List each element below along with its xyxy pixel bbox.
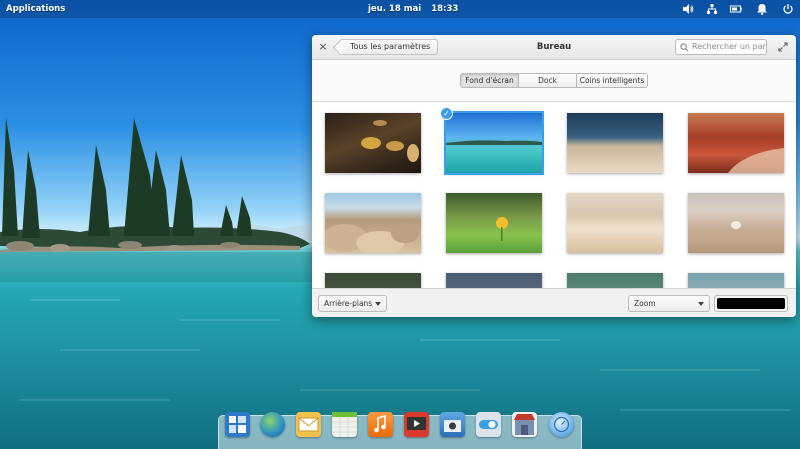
wallpaper-thumb-row3-1[interactable] bbox=[325, 273, 421, 288]
power-icon[interactable] bbox=[782, 3, 794, 15]
wallpaper-source-value: Arrière-plans bbox=[324, 299, 373, 308]
settings-tabbar: Fond d'écran Dock Coins intelligents bbox=[312, 60, 796, 102]
mode-switcher: Fond d'écran Dock Coins intelligents bbox=[460, 73, 648, 88]
updates-icon[interactable] bbox=[549, 412, 574, 437]
wallpaper-grid: ✓ bbox=[312, 103, 796, 288]
wallpaper-thumb-row3-3[interactable] bbox=[567, 273, 663, 288]
wallpaper-thumb-beach-rocks[interactable] bbox=[323, 193, 421, 255]
date-label: jeu. 18 mai bbox=[368, 4, 422, 14]
tab-wallpaper[interactable]: Fond d'écran bbox=[461, 74, 519, 87]
music-icon[interactable] bbox=[368, 412, 393, 437]
tab-hot-corners[interactable]: Coins intelligents bbox=[577, 74, 647, 87]
close-icon[interactable]: × bbox=[317, 41, 329, 53]
battery-icon[interactable] bbox=[730, 3, 742, 15]
calendar-icon[interactable] bbox=[332, 412, 357, 437]
network-icon[interactable] bbox=[706, 3, 718, 15]
web-browser-icon[interactable] bbox=[260, 412, 285, 437]
notifications-icon[interactable] bbox=[756, 3, 768, 15]
time-label: 18:33 bbox=[431, 4, 459, 14]
dock bbox=[218, 412, 582, 449]
search-input[interactable]: Rechercher un para... bbox=[675, 39, 767, 55]
background-color-button[interactable] bbox=[714, 295, 788, 312]
wallpaper-thumb-row3-2[interactable] bbox=[446, 273, 542, 288]
wallpaper-thumb-ocean-sand[interactable] bbox=[567, 113, 663, 173]
back-button-label: Tous les paramètres bbox=[350, 42, 431, 51]
tab-dock[interactable]: Dock bbox=[519, 74, 577, 87]
desktop-settings-window: × Tous les paramètres Bureau Rechercher … bbox=[312, 35, 796, 317]
wallpaper-thumb-tropical-lagoon[interactable]: ✓ bbox=[440, 107, 544, 175]
applications-menu[interactable]: Applications bbox=[6, 0, 65, 18]
volume-icon[interactable] bbox=[682, 3, 694, 15]
color-swatch bbox=[717, 298, 785, 309]
appcenter-icon[interactable] bbox=[512, 412, 537, 437]
settings-footer: Arrière-plans Zoom bbox=[312, 288, 796, 317]
photos-icon[interactable] bbox=[440, 412, 465, 437]
videos-icon[interactable] bbox=[404, 412, 429, 437]
mail-icon[interactable] bbox=[296, 412, 321, 437]
wallpaper-fit-value: Zoom bbox=[634, 299, 656, 308]
wallpaper-thumb-desert-dunes[interactable] bbox=[567, 193, 663, 253]
wallpaper-thumb-yellow-flower[interactable] bbox=[446, 193, 542, 253]
wallpaper-thumb-row3-4[interactable] bbox=[688, 273, 784, 288]
search-placeholder: Rechercher un para... bbox=[692, 42, 766, 51]
multitasking-view-icon[interactable] bbox=[225, 412, 250, 437]
date-time-indicator[interactable]: jeu. 18 mai 18:33 bbox=[368, 0, 468, 18]
chevron-down-icon bbox=[698, 302, 704, 306]
wallpaper-fit-combo[interactable]: Zoom bbox=[628, 295, 710, 312]
wallpaper-thumb-red-canyon[interactable] bbox=[688, 113, 784, 173]
wallpaper-thumb-beach-shell[interactable] bbox=[688, 193, 784, 253]
window-titlebar[interactable]: × Tous les paramètres Bureau Rechercher … bbox=[312, 35, 796, 60]
maximize-icon[interactable] bbox=[778, 42, 788, 52]
chevron-down-icon bbox=[375, 302, 381, 306]
settings-switchboard-icon[interactable] bbox=[476, 412, 501, 437]
back-button[interactable]: Tous les paramètres bbox=[339, 39, 439, 55]
search-icon bbox=[680, 43, 689, 52]
wallpaper-thumb-autumn-leaves[interactable] bbox=[325, 113, 421, 173]
wallpaper-source-combo[interactable]: Arrière-plans bbox=[318, 295, 387, 312]
selected-check-icon: ✓ bbox=[440, 107, 453, 120]
top-panel: Applications jeu. 18 mai 18:33 bbox=[0, 0, 800, 18]
